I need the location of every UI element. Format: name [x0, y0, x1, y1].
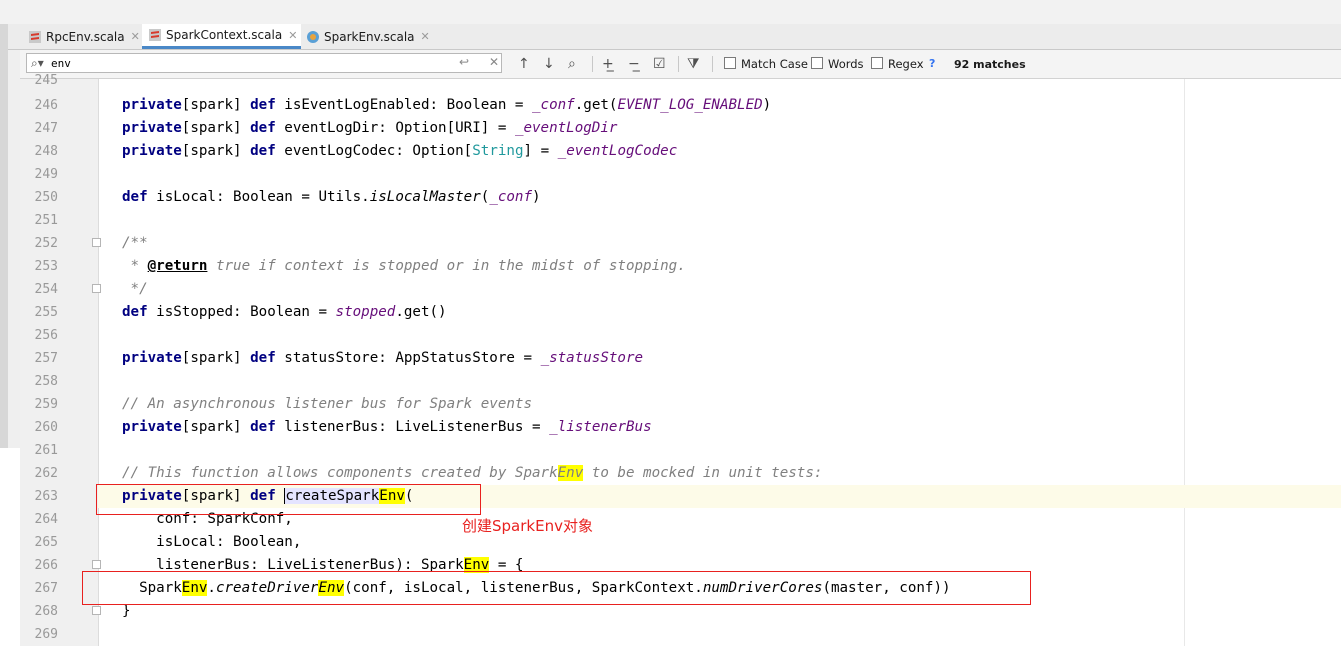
code-line-260[interactable]: private[spark] def listenerBus: LiveList… [122, 416, 652, 439]
line-number: 255 [34, 305, 58, 320]
code-line-259[interactable]: // An asynchronous listener bus for Spar… [122, 393, 532, 416]
select-all-occurrences-icon[interactable]: ☑ [653, 55, 666, 73]
match-case-label: Match Case [741, 57, 808, 71]
line-number: 258 [34, 374, 58, 389]
search-input[interactable] [51, 55, 431, 71]
line-number: 257 [34, 351, 58, 366]
code-line-253[interactable]: * @return true if context is stopped or … [122, 255, 686, 278]
line-number: 256 [34, 328, 58, 343]
line-number: 245 [34, 73, 58, 88]
new-line-icon[interactable]: ↩ [459, 55, 469, 69]
regex-checkbox[interactable] [871, 57, 883, 69]
search-match: Env [557, 465, 584, 481]
line-number: 261 [34, 443, 58, 458]
line-number: 250 [34, 190, 58, 205]
clear-icon[interactable]: ✕ [489, 55, 499, 69]
line-number: 259 [34, 397, 58, 412]
code-line-250[interactable]: def isLocal: Boolean = Utils.isLocalMast… [122, 186, 541, 209]
code-line-255[interactable]: def isStopped: Boolean = stopped.get() [122, 301, 447, 324]
words-checkbox[interactable] [811, 57, 823, 69]
line-number: 265 [34, 535, 58, 550]
tool-window-strip [0, 24, 8, 448]
next-occurrence-icon[interactable]: ↓ [543, 55, 555, 73]
fold-marker-icon[interactable] [92, 284, 101, 293]
fold-marker-icon[interactable] [92, 238, 101, 247]
regex-help-link[interactable]: ? [929, 57, 935, 70]
line-number: 264 [34, 512, 58, 527]
words-label: Words [828, 57, 864, 71]
scala-object-icon [306, 30, 320, 44]
line-number: 251 [34, 213, 58, 228]
line-number: 253 [34, 259, 58, 274]
tab-sparkenv[interactable]: SparkEnv.scala ✕ [306, 24, 434, 49]
regex-label: Regex [888, 57, 924, 71]
annotation-text: 创建SparkEnv对象 [462, 517, 593, 535]
scala-file-icon [148, 28, 162, 42]
remove-selection-icon[interactable]: −̲ [628, 55, 640, 73]
match-case-checkbox[interactable] [724, 57, 736, 69]
right-margin-guide [1184, 79, 1185, 646]
annotation-box-createdriverenv [82, 571, 1031, 605]
line-number: 252 [34, 236, 58, 251]
code-line-247[interactable]: private[spark] def eventLogDir: Option[U… [122, 117, 617, 140]
tab-label: SparkContext.scala [166, 28, 283, 42]
fold-marker-icon[interactable] [92, 606, 101, 615]
line-number: 249 [34, 167, 58, 182]
previous-occurrence-icon[interactable]: ↑ [518, 55, 530, 73]
line-number: 267 [34, 581, 58, 596]
line-number: 247 [34, 121, 58, 136]
tab-label: SparkEnv.scala [324, 29, 415, 44]
editor-tab-bar: RpcEnv.scala ✕ SparkContext.scala ✕ Spar… [0, 24, 1341, 50]
toolbar-separator [592, 56, 593, 72]
find-bar: ⌕▾ ↩ ✕ ↑ ↓ ⌕ +̲ −̲ ☑ ⧩ Match Case Words … [20, 50, 1341, 79]
title-bar [0, 0, 1341, 24]
filter-icon[interactable]: ⧩ [687, 55, 700, 73]
code-line-254[interactable]: */ [122, 278, 148, 301]
annotation-box-createsparkenv [96, 484, 481, 515]
line-number: 269 [34, 627, 58, 642]
code-line-265[interactable]: isLocal: Boolean, [122, 531, 301, 554]
add-selection-icon[interactable]: +̲ [602, 55, 614, 73]
line-number: 266 [34, 558, 58, 573]
code-line-262[interactable]: // This function allows components creat… [122, 462, 822, 485]
code-line-246[interactable]: private[spark] def isEventLogEnabled: Bo… [122, 94, 771, 117]
code-line-257[interactable]: private[spark] def statusStore: AppStatu… [122, 347, 643, 370]
match-count: 92 matches [954, 58, 1026, 71]
line-number: 246 [34, 98, 58, 113]
editor-left-border [8, 50, 20, 448]
line-number: 254 [34, 282, 58, 297]
code-line-252[interactable]: /** [122, 232, 148, 255]
tab-rpcenv[interactable]: RpcEnv.scala ✕ [28, 24, 142, 49]
line-number: 268 [34, 604, 58, 619]
fold-marker-icon[interactable] [92, 560, 101, 569]
search-field-container: ⌕▾ ↩ ✕ [26, 53, 502, 73]
find-all-icon[interactable]: ⌕ [568, 55, 576, 73]
line-number: 262 [34, 466, 58, 481]
code-line-248[interactable]: private[spark] def eventLogCodec: Option… [122, 140, 677, 163]
close-icon[interactable]: ✕ [131, 30, 140, 43]
toolbar-separator [678, 56, 679, 72]
close-icon[interactable]: ✕ [288, 29, 297, 42]
tab-label: RpcEnv.scala [46, 29, 125, 44]
scala-file-icon [28, 30, 42, 44]
line-number: 263 [34, 489, 58, 504]
line-number: 260 [34, 420, 58, 435]
toolbar-separator [712, 56, 713, 72]
line-number: 248 [34, 144, 58, 159]
tab-sparkcontext[interactable]: SparkContext.scala ✕ [142, 24, 301, 49]
close-icon[interactable]: ✕ [421, 30, 430, 43]
